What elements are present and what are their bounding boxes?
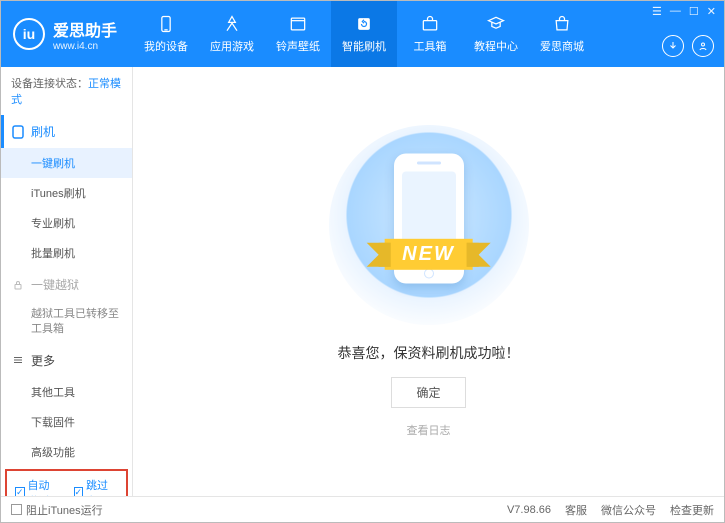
nav-label: 爱思商城 — [540, 38, 584, 54]
nav-label: 教程中心 — [474, 38, 518, 54]
toolbox-icon — [420, 14, 440, 34]
section-title: 刷机 — [31, 123, 55, 140]
phone-icon — [156, 14, 176, 34]
check-block-itunes[interactable]: 阻止iTunes运行 — [11, 502, 103, 518]
nav-store[interactable]: 爱思商城 — [529, 1, 595, 67]
sidebar-item-itunes-flash[interactable]: iTunes刷机 — [1, 178, 132, 208]
section-title: 一键越狱 — [31, 276, 79, 293]
wallpaper-icon — [288, 14, 308, 34]
checkbox-icon: ✓ — [15, 487, 25, 496]
nav-toolbox[interactable]: 工具箱 — [397, 1, 463, 67]
service-link[interactable]: 客服 — [565, 502, 587, 518]
sidebar-item-pro-flash[interactable]: 专业刷机 — [1, 208, 132, 238]
nav-label: 应用游戏 — [210, 38, 254, 54]
ribbon-text: NEW — [384, 239, 473, 270]
user-icon[interactable] — [692, 35, 714, 57]
minimize-button[interactable]: — — [670, 5, 681, 18]
section-flash: 刷机 一键刷机 iTunes刷机 专业刷机 批量刷机 — [1, 115, 132, 268]
nav-label: 我的设备 — [144, 38, 188, 54]
list-icon — [11, 353, 25, 367]
success-message: 恭喜您，保资料刷机成功啦！ — [338, 343, 520, 363]
nav-label: 智能刷机 — [342, 38, 386, 54]
sidebar-item-advanced[interactable]: 高级功能 — [1, 437, 132, 467]
body: 设备连接状态：正常模式 刷机 一键刷机 iTunes刷机 专业刷机 批量刷机 一… — [1, 67, 724, 496]
nav-smart-flash[interactable]: 智能刷机 — [331, 1, 397, 67]
nav-label: 铃声壁纸 — [276, 38, 320, 54]
sidebar-item-other-tools[interactable]: 其他工具 — [1, 377, 132, 407]
section-jailbreak: 一键越狱 越狱工具已转移至工具箱 — [1, 268, 132, 344]
checkbox-icon — [11, 504, 22, 515]
check-label: 跳过向导 — [86, 477, 118, 496]
header: iu 爱思助手 www.i4.cn 我的设备 应用游戏 铃声壁纸 智能刷机 — [1, 1, 724, 67]
sidebar-item-oneclick-flash[interactable]: 一键刷机 — [1, 148, 132, 178]
section-head-more[interactable]: 更多 — [1, 344, 132, 377]
check-auto-activate[interactable]: ✓自动激活 — [15, 477, 60, 496]
nav-label: 工具箱 — [414, 38, 447, 54]
wechat-link[interactable]: 微信公众号 — [601, 502, 656, 518]
refresh-icon — [354, 14, 374, 34]
tutorial-icon — [486, 14, 506, 34]
footer-block-label: 阻止iTunes运行 — [26, 502, 103, 518]
section-head-jailbreak[interactable]: 一键越狱 — [1, 268, 132, 301]
nav-tutorials[interactable]: 教程中心 — [463, 1, 529, 67]
footer: 阻止iTunes运行 V7.98.66 客服 微信公众号 检查更新 — [1, 496, 724, 522]
main-content: NEW 恭喜您，保资料刷机成功啦！ 确定 查看日志 — [133, 67, 724, 496]
section-head-flash[interactable]: 刷机 — [1, 115, 132, 148]
success-illustration: NEW — [329, 125, 529, 325]
logo-area: iu 爱思助手 www.i4.cn — [1, 17, 133, 52]
sidebar: 设备连接状态：正常模式 刷机 一键刷机 iTunes刷机 专业刷机 批量刷机 一… — [1, 67, 133, 496]
sidebar-item-batch-flash[interactable]: 批量刷机 — [1, 238, 132, 268]
sidebar-item-download-fw[interactable]: 下载固件 — [1, 407, 132, 437]
option-checks: ✓自动激活 ✓跳过向导 — [5, 469, 128, 496]
section-title: 更多 — [31, 352, 55, 369]
connection-status: 设备连接状态：正常模式 — [1, 67, 132, 115]
checkbox-icon: ✓ — [74, 487, 84, 496]
check-skip-guide[interactable]: ✓跳过向导 — [74, 477, 119, 496]
lock-icon — [11, 278, 25, 292]
app-window: iu 爱思助手 www.i4.cn 我的设备 应用游戏 铃声壁纸 智能刷机 — [0, 0, 725, 523]
nav-apps-games[interactable]: 应用游戏 — [199, 1, 265, 67]
phone-small-icon — [11, 125, 25, 139]
section-more: 更多 其他工具 下载固件 高级功能 — [1, 344, 132, 467]
new-ribbon: NEW — [384, 239, 473, 270]
store-icon — [552, 14, 572, 34]
app-url: www.i4.cn — [53, 41, 117, 52]
apps-icon — [222, 14, 242, 34]
update-link[interactable]: 检查更新 — [670, 502, 714, 518]
view-log-link[interactable]: 查看日志 — [407, 422, 451, 438]
nav-ringtones[interactable]: 铃声壁纸 — [265, 1, 331, 67]
app-title: 爱思助手 — [53, 17, 117, 41]
status-label: 设备连接状态： — [11, 78, 88, 90]
version-label: V7.98.66 — [507, 504, 551, 516]
top-nav: 我的设备 应用游戏 铃声壁纸 智能刷机 工具箱 教程中心 — [133, 1, 595, 67]
confirm-button[interactable]: 确定 — [391, 377, 465, 408]
logo-icon: iu — [13, 18, 45, 50]
maximize-button[interactable]: ☐ — [689, 5, 699, 18]
check-label: 自动激活 — [28, 477, 60, 496]
nav-my-device[interactable]: 我的设备 — [133, 1, 199, 67]
jailbreak-msg: 越狱工具已转移至工具箱 — [1, 301, 132, 344]
header-actions — [662, 35, 714, 57]
close-button[interactable]: ✕ — [707, 5, 716, 18]
window-controls: ☰ — ☐ ✕ — [652, 5, 716, 18]
menu-icon[interactable]: ☰ — [652, 5, 662, 18]
download-icon[interactable] — [662, 35, 684, 57]
